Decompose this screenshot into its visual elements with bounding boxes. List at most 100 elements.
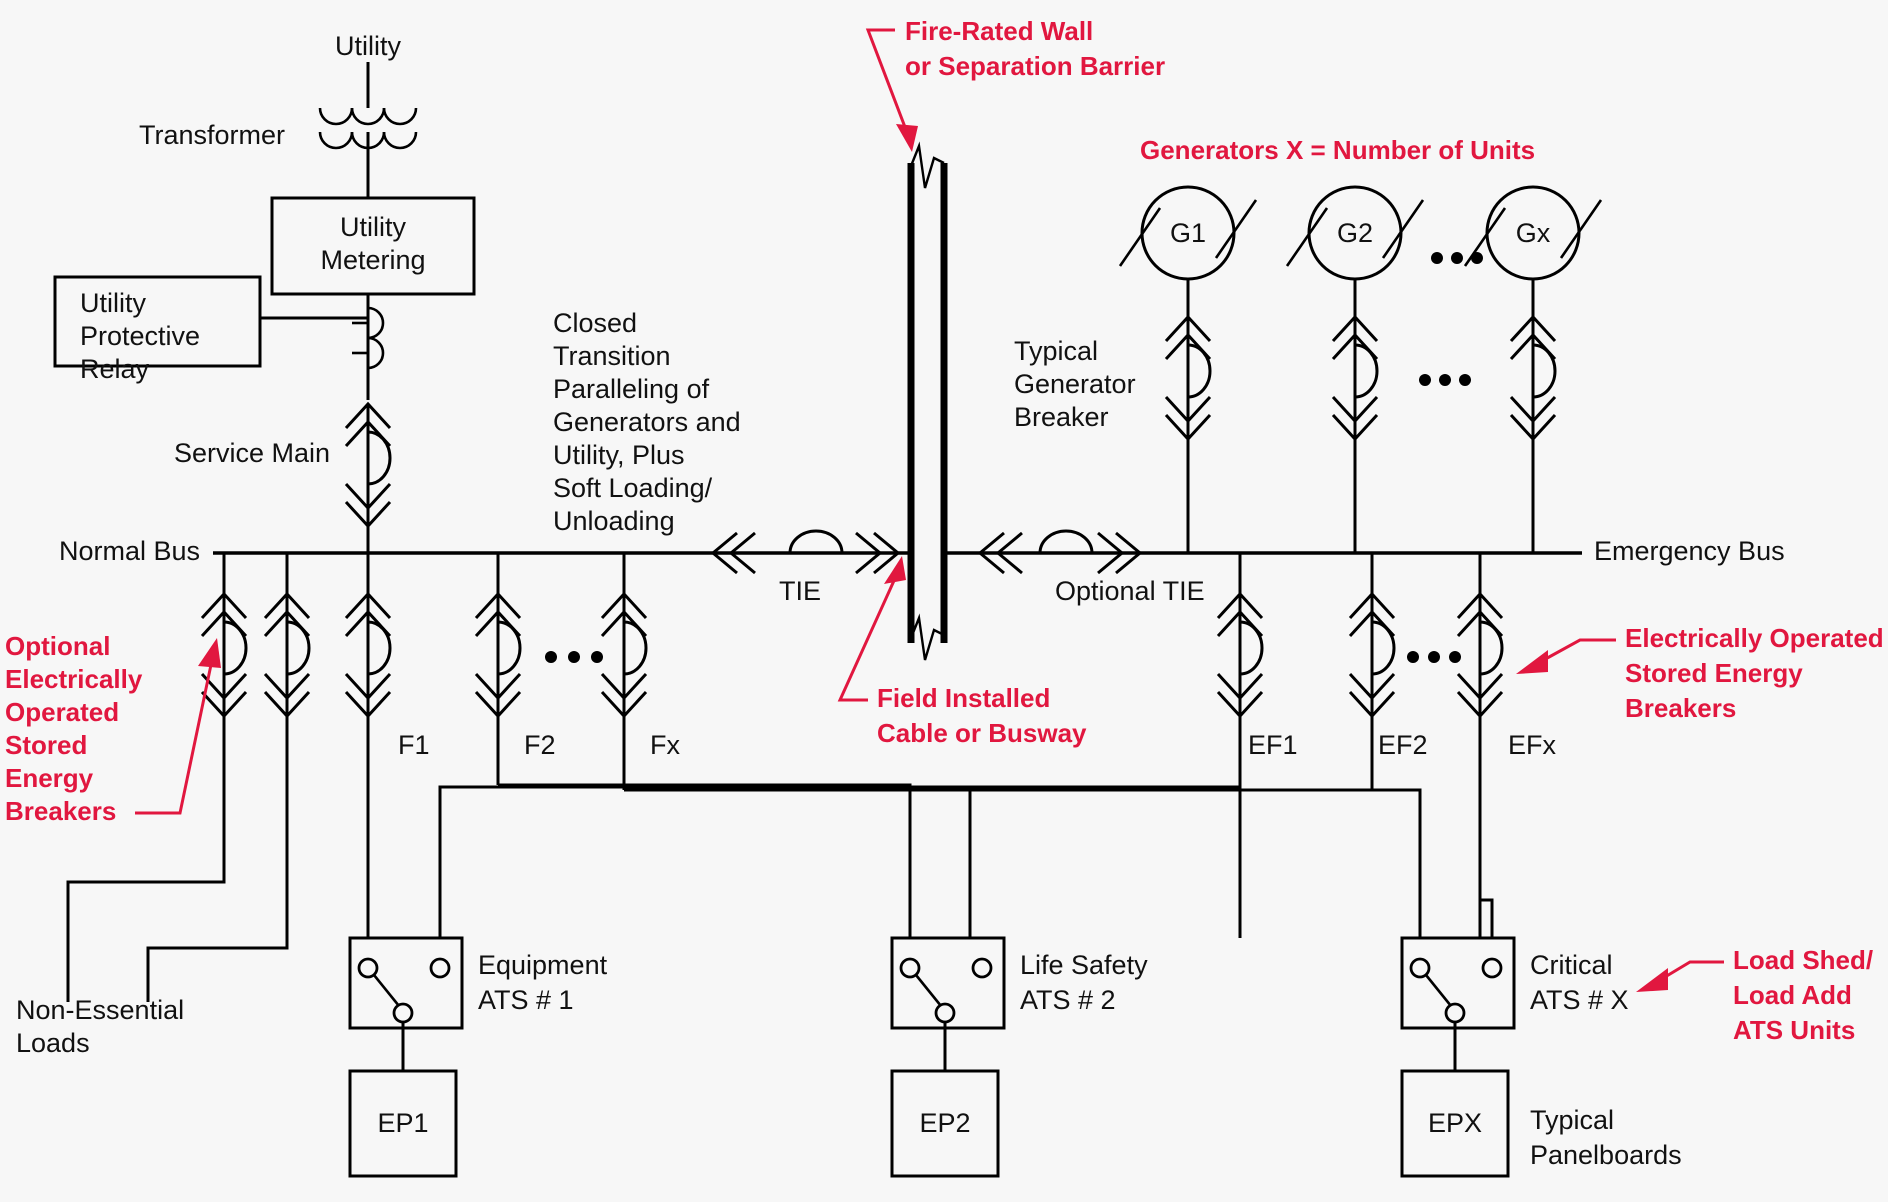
optional-breaker-line-2: Operated: [5, 697, 119, 727]
utility-source-group: Utility: [335, 31, 401, 108]
transformer-secondary-loop-1: [318, 131, 354, 150]
efx-drawout-arc-icon: [1479, 620, 1504, 676]
emergency-feeder-ef1-group: EF1: [1216, 553, 1298, 938]
closed-transition-line-6: Unloading: [553, 506, 675, 536]
feeder-f2-route-wire: [498, 783, 912, 938]
load-shed-arrowhead-icon: [1636, 968, 1668, 992]
normal-bus-group: Normal Bus: [59, 536, 911, 566]
feeder-f2-group: F2: [474, 553, 912, 938]
load-shed-callout-group: Load Shed/ Load Add ATS Units: [1636, 945, 1873, 1045]
emergency-breaker-line-0: Electrically Operated: [1625, 623, 1884, 653]
typical-gen-breaker-line-2: Generator: [1014, 369, 1136, 399]
generator-gx-slash-lower-right: [1559, 199, 1603, 259]
load-shed-line-0: Load Shed/: [1733, 945, 1873, 975]
emergency-bus-group: Emergency Bus: [944, 536, 1785, 566]
ne-feeder-1-route-wire: [66, 700, 226, 1002]
field-installed-line-2: Cable or Busway: [877, 718, 1087, 748]
transformer-primary-loop-2: [350, 107, 386, 126]
load-shed-leader: [1659, 960, 1724, 982]
normal-bus-label: Normal Bus: [59, 536, 200, 566]
ats-critical-normal-pole-node: [1409, 957, 1431, 979]
relay-label-3: Relay: [80, 354, 150, 384]
load-shed-line-1: Load Add: [1733, 980, 1852, 1010]
closed-transition-line-0: Closed: [553, 308, 637, 338]
panelboard-ep2-label: EP2: [919, 1108, 970, 1138]
service-main-label: Service Main: [174, 438, 330, 468]
generator-g2-slash-upper-left: [1285, 207, 1329, 267]
ats-equipment-load-pole-node: [392, 1002, 414, 1024]
ne-feeder-2-route-wire: [146, 700, 289, 1002]
ne-feeder-1-drawout-arc-icon: [223, 620, 248, 676]
non-essential-feeder-1-group: [66, 553, 248, 1002]
optional-tie-label: Optional TIE: [1055, 576, 1205, 606]
firewall-callout-leader: [865, 28, 910, 136]
emergency-feeder-ellipsis-dot-3: [1449, 651, 1461, 663]
utility-metering-label-1: Utility: [340, 212, 406, 242]
generator-breaker-ellipsis-dot-3: [1459, 374, 1471, 386]
generator-ellipsis-dot-2: [1451, 252, 1463, 264]
utility-label: Utility: [335, 31, 401, 61]
optional-breaker-line-5: Breakers: [5, 796, 116, 826]
load-shed-line-2: ATS Units: [1733, 1015, 1855, 1045]
firewall-callout-arrowhead-icon: [896, 124, 918, 152]
optional-breaker-line-0: Optional: [5, 631, 110, 661]
ats-life-safety-group: Life Safety ATS # 2 EP2: [890, 936, 1148, 1178]
one-line-diagram: Utility Transformer Utility Metering Uti…: [0, 0, 1888, 1202]
feeder-f1-label: F1: [398, 730, 430, 760]
feeder-fx-label: Fx: [650, 730, 680, 760]
closed-transition-line-2: Paralleling of: [553, 374, 710, 404]
generator-g2-group: G2: [1285, 185, 1425, 553]
panelboard-ep1-label: EP1: [377, 1108, 428, 1138]
relay-label-1: Utility: [80, 288, 146, 318]
ef2-route-wire: [968, 788, 1372, 938]
typical-gen-breaker-line-3: Breaker: [1014, 402, 1109, 432]
optional-breaker-arrowhead-icon: [198, 638, 221, 668]
non-essential-loads-label-group: Non-Essential Loads: [16, 995, 184, 1058]
feeder-fx-route-wire: [624, 788, 1422, 938]
ats-equipment-label-2: ATS # 1: [478, 985, 574, 1015]
generator-breaker-ellipsis-dot-1: [1419, 374, 1431, 386]
service-main-breaker-group: Service Main: [174, 401, 392, 553]
generator-g2-label: G2: [1337, 218, 1373, 248]
emergency-feeder-ef1-label: EF1: [1248, 730, 1298, 760]
feeder-f1-group: F1: [344, 553, 430, 944]
normal-feeder-ellipsis-dot-2: [568, 651, 580, 663]
closed-transition-line-1: Transition: [553, 341, 671, 371]
tie-label: TIE: [779, 576, 821, 606]
non-essential-feeder-2-group: [146, 553, 311, 1002]
emergency-feeder-ellipsis-group: [1407, 651, 1461, 663]
closed-transition-line-3: Generators and: [553, 407, 741, 437]
typical-panelboards-line-1: Typical: [1530, 1105, 1614, 1135]
non-essential-loads-line-2: Loads: [16, 1028, 90, 1058]
closed-transition-line-5: Soft Loading/: [553, 473, 713, 503]
closed-transition-note-group: Closed Transition Paralleling of Generat…: [553, 308, 741, 536]
relay-label-2: Protective: [80, 321, 200, 351]
closed-transition-line-4: Utility, Plus: [553, 440, 685, 470]
ats-equipment-group: Equipment ATS # 1 EP1: [348, 936, 608, 1178]
emergency-bus-label: Emergency Bus: [1594, 536, 1785, 566]
generator-g1-slash-lower-right: [1214, 199, 1258, 259]
optional-breaker-line-1: Electrically: [5, 664, 143, 694]
ats-life-safety-label-2: ATS # 2: [1020, 985, 1116, 1015]
typical-panelboards-label-group: Typical Panelboards: [1530, 1105, 1682, 1170]
generator-ellipsis-dot-3: [1471, 252, 1483, 264]
emergency-feeder-ellipsis-dot-1: [1407, 651, 1419, 663]
emergency-breaker-leader: [1539, 638, 1616, 664]
optional-tie-breaker-group: Optional TIE: [968, 529, 1205, 606]
ct-loop-1-icon: [367, 306, 385, 340]
emergency-feeder-efx-group: EFx: [1456, 553, 1557, 938]
utility-metering-group: Utility Metering: [270, 196, 476, 400]
utility-metering-label-2: Metering: [320, 245, 425, 275]
emergency-feeder-efx-label: EFx: [1508, 730, 1557, 760]
transformer-secondary-loop-3: [382, 131, 418, 150]
transformer-group: Transformer: [139, 107, 418, 198]
ats-equipment-label-1: Equipment: [478, 950, 608, 980]
ef1-drawout-arc-icon: [1239, 620, 1264, 676]
emergency-feeder-ef2-label: EF2: [1378, 730, 1428, 760]
fire-rated-wall-group: [907, 141, 948, 661]
ats-life-safety-normal-pole-node: [899, 957, 921, 979]
firewall-bottom-break-icon: [909, 613, 945, 661]
generator-ellipsis-top-group: [1431, 252, 1483, 264]
generator-ellipsis-dot-1: [1431, 252, 1443, 264]
ef2-drawout-arc-icon: [1371, 620, 1396, 676]
